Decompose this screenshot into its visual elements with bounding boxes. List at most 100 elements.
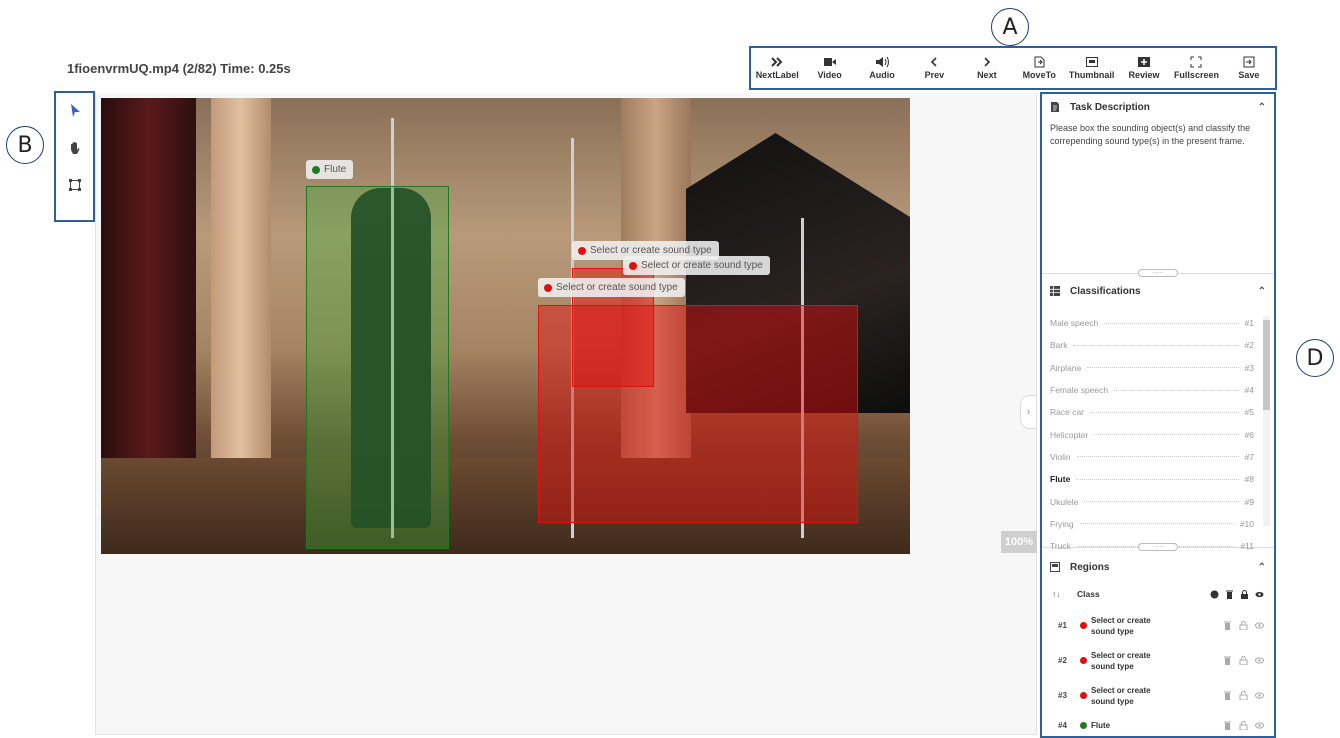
thumbnail-label: Thumbnail: [1068, 70, 1115, 80]
bounding-box-icon: [68, 179, 81, 191]
chevron-up-icon[interactable]: ⌃: [1258, 102, 1266, 113]
region-index: #4: [1058, 720, 1067, 730]
resize-handle[interactable]: ......: [1138, 269, 1178, 277]
class-name: Bark: [1050, 340, 1068, 351]
pan-tool[interactable]: [68, 140, 82, 156]
eye-icon[interactable]: [1255, 656, 1264, 665]
class-list-scrollbar[interactable]: [1262, 308, 1270, 533]
chevron-right-icon: ›: [1026, 406, 1031, 418]
region-icon: [1050, 562, 1060, 572]
trash-icon[interactable]: [1223, 721, 1232, 730]
chevron-right-icon: [984, 57, 990, 67]
class-item[interactable]: Ukulele #9: [1042, 490, 1262, 512]
collapse-panel-button[interactable]: ›: [1020, 395, 1037, 429]
class-name: Ukulele: [1050, 496, 1079, 507]
review-button[interactable]: Review: [1118, 48, 1170, 88]
sort-icon[interactable]: ↑↓: [1052, 589, 1077, 599]
region-index: #2: [1058, 656, 1067, 665]
regions-table-header: ↑↓ Class: [1042, 580, 1274, 608]
pan-hand-icon: [70, 142, 79, 154]
region-class[interactable]: Select or create sound type: [1091, 685, 1171, 707]
callout-a: A: [991, 8, 1029, 46]
eye-icon[interactable]: [1255, 721, 1264, 730]
region-row[interactable]: #2 Select or create sound type: [1042, 643, 1274, 678]
chevron-up-icon[interactable]: ⌃: [1258, 562, 1266, 573]
eye-icon[interactable]: [1255, 621, 1264, 630]
save-button[interactable]: Save: [1223, 48, 1275, 88]
tool-panel: [54, 91, 95, 222]
class-item[interactable]: Race car #5: [1042, 401, 1262, 423]
region-color-dot: [1080, 622, 1087, 629]
regions-section: Regions ⌃ ↑↓ Class #1 Select or create s…: [1042, 554, 1274, 736]
trash-icon[interactable]: [1223, 621, 1232, 630]
leader-line: [1094, 434, 1239, 436]
regions-header[interactable]: Regions ⌃: [1042, 554, 1274, 580]
class-hotkey: #11: [1240, 541, 1254, 552]
class-item[interactable]: Male speech #1: [1042, 312, 1262, 334]
region-color-dot: [1080, 657, 1087, 664]
next-button[interactable]: Next: [961, 48, 1013, 88]
region-actions: [1223, 691, 1264, 700]
scrollbar-thumb[interactable]: [1263, 320, 1270, 410]
class-hotkey: #5: [1244, 407, 1254, 418]
leader-line: [1076, 456, 1239, 458]
class-item[interactable]: Violin #7: [1042, 446, 1262, 468]
zoom-level: 100%: [1001, 531, 1037, 553]
eye-icon[interactable]: [1255, 590, 1264, 599]
unlock-icon[interactable]: [1239, 621, 1248, 630]
top-toolbar: NextLabel Video Audio Prev Next MoveTo T…: [749, 46, 1277, 90]
region-row[interactable]: #1 Select or create sound type: [1042, 608, 1274, 643]
leader-line: [1073, 344, 1239, 346]
annotation-app: A B C D 1fioenvrmUQ.mp4 (2/82) Time: 0.2…: [0, 0, 1340, 738]
class-hotkey: #10: [1239, 518, 1254, 529]
save-icon: [1243, 56, 1255, 68]
sidebar-panel: Task Description ⌃ Please box the soundi…: [1040, 92, 1276, 738]
region-box-flute[interactable]: [306, 186, 449, 549]
class-item[interactable]: Frying #10: [1042, 513, 1262, 535]
video-button[interactable]: Video: [803, 48, 855, 88]
region-label-unassigned[interactable]: Select or create sound type: [623, 256, 770, 275]
move-to-button[interactable]: MoveTo: [1013, 48, 1065, 88]
classifications-header[interactable]: Classifications ⌃: [1042, 278, 1274, 304]
region-label-unassigned[interactable]: Select or create sound type: [538, 278, 685, 297]
review-icon: [1138, 57, 1151, 67]
thumbnail-button[interactable]: Thumbnail: [1065, 48, 1117, 88]
next-label-button[interactable]: NextLabel: [751, 48, 803, 88]
class-hotkey: #8: [1244, 474, 1254, 485]
eye-icon[interactable]: [1255, 691, 1264, 700]
speaker-icon: [876, 56, 890, 68]
audio-button[interactable]: Audio: [856, 48, 908, 88]
class-hotkey: #3: [1244, 362, 1254, 373]
region-label-flute[interactable]: Flute: [306, 160, 354, 179]
region-class[interactable]: Flute: [1091, 720, 1171, 731]
chevron-up-icon[interactable]: ⌃: [1258, 286, 1266, 297]
leader-line: [1076, 478, 1239, 480]
task-description-header[interactable]: Task Description ⌃: [1042, 94, 1274, 120]
trash-icon[interactable]: [1223, 656, 1232, 665]
lock-icon[interactable]: [1240, 589, 1249, 599]
prev-button[interactable]: Prev: [908, 48, 960, 88]
select-tool[interactable]: [68, 103, 82, 119]
bounding-box-tool[interactable]: [68, 177, 82, 193]
region-class[interactable]: Select or create sound type: [1091, 650, 1171, 672]
fullscreen-button[interactable]: Fullscreen: [1170, 48, 1222, 88]
class-name: Male speech: [1050, 318, 1099, 329]
unlock-icon[interactable]: [1239, 691, 1248, 700]
color-palette-icon[interactable]: [1210, 590, 1219, 599]
trash-icon[interactable]: [1225, 590, 1234, 599]
region-index: #3: [1058, 691, 1067, 700]
region-row[interactable]: #3 Select or create sound type: [1042, 678, 1274, 713]
class-item[interactable]: Female speech #4: [1042, 379, 1262, 401]
unlock-icon[interactable]: [1239, 720, 1248, 730]
next-label: Next: [977, 70, 997, 80]
region-row[interactable]: #4 Flute: [1042, 713, 1274, 736]
class-item[interactable]: Airplane #3: [1042, 357, 1262, 379]
class-item[interactable]: Bark #2: [1042, 334, 1262, 356]
callout-d: D: [1296, 339, 1334, 377]
class-item-selected[interactable]: Flute #8: [1042, 468, 1262, 490]
resize-handle[interactable]: ......: [1138, 543, 1178, 551]
region-class[interactable]: Select or create sound type: [1091, 615, 1171, 637]
unlock-icon[interactable]: [1239, 656, 1248, 665]
class-item[interactable]: Helicopter #6: [1042, 423, 1262, 445]
trash-icon[interactable]: [1223, 691, 1232, 700]
